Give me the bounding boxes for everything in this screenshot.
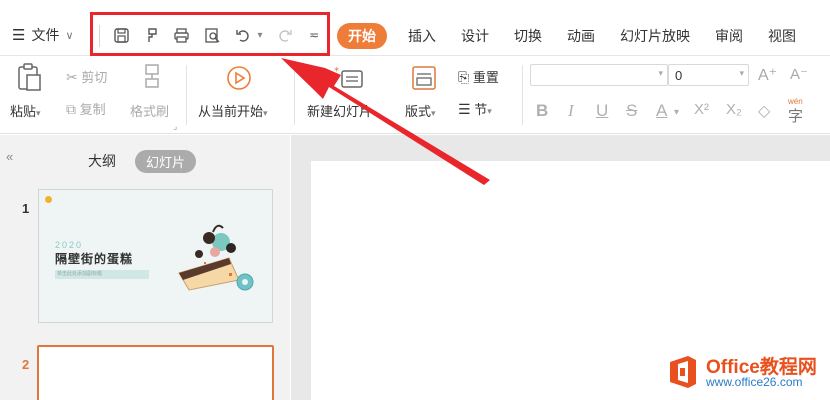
layout-icon[interactable]: [411, 65, 437, 94]
svg-text:*: *: [334, 66, 339, 77]
italic-button[interactable]: I: [568, 101, 574, 121]
cake-illustration: [178, 224, 254, 291]
tab-design[interactable]: 设计: [461, 26, 489, 46]
section-button[interactable]: ☰ 节▾: [458, 99, 492, 118]
slide-thumbnail-1[interactable]: 2020 隔壁街的蛋糕 单击此处添加副标题: [38, 189, 273, 323]
collapse-panel-icon[interactable]: «: [6, 149, 13, 164]
thumbnail-subtitle: 单击此处添加副标题: [55, 270, 149, 279]
clear-format-icon[interactable]: ◇: [758, 101, 770, 121]
file-menu[interactable]: ☰ 文件 ∨: [12, 25, 74, 45]
format-painter-button[interactable]: 格式刷: [130, 101, 169, 120]
font-grow-button[interactable]: A⁺: [758, 65, 777, 85]
play-icon[interactable]: [226, 65, 252, 94]
watermark-url: www.office26.com: [706, 375, 803, 389]
paste-icon[interactable]: [16, 63, 44, 96]
font-color-dropdown-icon[interactable]: ▾: [674, 107, 679, 118]
section-icon: ☰: [458, 101, 471, 117]
clipboard-launcher-icon[interactable]: ⌟: [173, 121, 177, 132]
copy-button[interactable]: ⧉ 复制: [66, 99, 106, 118]
layout-button[interactable]: 版式▾: [405, 101, 436, 120]
hamburger-icon: ☰: [12, 27, 26, 44]
quick-access-highlight: [90, 12, 330, 56]
file-menu-label: 文件: [31, 27, 60, 43]
tab-review[interactable]: 审阅: [715, 26, 743, 46]
tab-animations[interactable]: 动画: [567, 26, 595, 46]
reset-button[interactable]: ⎘ 重置: [458, 67, 499, 86]
tab-view[interactable]: 视图: [768, 26, 796, 46]
font-color-button[interactable]: A: [656, 101, 667, 121]
font-name-select[interactable]: ▾: [530, 64, 668, 86]
thumbnail-year: 2020: [55, 240, 84, 250]
slide-number: 1: [22, 201, 30, 216]
office-logo-icon: [670, 356, 696, 388]
tab-slideshow[interactable]: 幻灯片放映: [620, 26, 690, 46]
new-slide-icon[interactable]: *: [334, 65, 366, 94]
superscript-button[interactable]: X²: [694, 101, 709, 118]
site-watermark: Office教程网 www.office26.com: [666, 350, 830, 394]
chevron-down-icon: ▾: [658, 68, 663, 78]
font-shrink-button[interactable]: A⁻: [790, 65, 808, 83]
chevron-down-icon: ▾: [739, 68, 744, 78]
copy-icon: ⧉: [66, 101, 76, 117]
paste-button[interactable]: 粘贴▾: [10, 101, 41, 120]
bold-button[interactable]: B: [536, 101, 548, 121]
format-painter-ribbon-icon[interactable]: [140, 63, 164, 92]
pinyin-icon: 字: [788, 108, 804, 125]
ribbon-divider: [294, 65, 295, 125]
subscript-button[interactable]: X₂: [726, 101, 742, 118]
ribbon-divider: [186, 65, 187, 125]
font-size-select[interactable]: 0 ▾: [668, 64, 749, 86]
ribbon-toolbar: 粘贴▾ ✂ 剪切 ⧉ 复制 格式刷 ⌟ 从当前开始▾ * 新建幻灯片▾ 版式▾ …: [0, 57, 830, 134]
tab-slides[interactable]: 幻灯片: [135, 150, 197, 173]
slide-thumbnail-2[interactable]: [37, 345, 274, 400]
strikethrough-button[interactable]: S: [626, 101, 637, 121]
tab-bar: ☰ 文件 ∨ ▾ ≂ 开始 插入 设计 切换 动画 幻灯片放映 审阅 视图: [0, 0, 830, 56]
tab-transitions[interactable]: 切换: [514, 26, 542, 46]
decoration-dot: [45, 196, 52, 203]
reset-icon: ⎘: [458, 69, 470, 85]
from-current-button[interactable]: 从当前开始▾: [198, 101, 268, 120]
cut-button[interactable]: ✂ 剪切: [66, 67, 107, 86]
chevron-down-icon: ∨: [65, 29, 74, 42]
new-slide-button[interactable]: 新建幻灯片▾: [307, 101, 377, 120]
ribbon-divider: [522, 65, 523, 125]
thumbnail-title: 隔壁街的蛋糕: [55, 252, 134, 266]
tab-outline[interactable]: 大纲: [88, 151, 116, 171]
ribbon-tabs: 开始 插入 设计 切换 动画 幻灯片放映 审阅 视图: [337, 23, 821, 49]
underline-button[interactable]: U: [596, 101, 608, 121]
slide-panel: « 大纲 幻灯片 1 2020 隔壁街的蛋糕 单击此处添加副标题 2: [0, 135, 290, 400]
scissors-icon: ✂: [66, 69, 78, 85]
slide-number: 2: [22, 357, 30, 372]
tab-home[interactable]: 开始: [337, 23, 387, 49]
tab-insert[interactable]: 插入: [408, 26, 436, 46]
